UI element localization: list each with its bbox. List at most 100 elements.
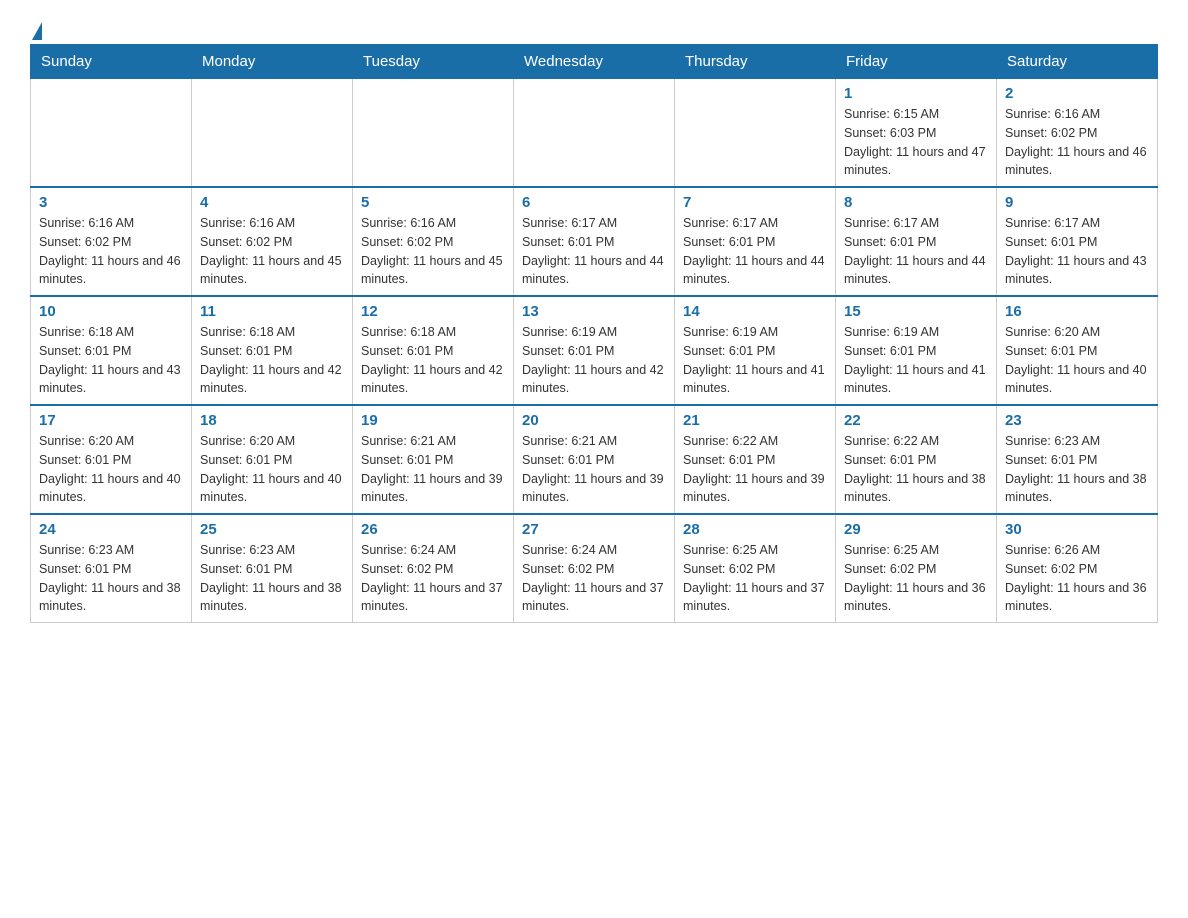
day-info: Sunrise: 6:18 AMSunset: 6:01 PMDaylight:…: [39, 323, 183, 398]
day-cell: 17 Sunrise: 6:20 AMSunset: 6:01 PMDayligh…: [31, 405, 192, 514]
day-number: 17: [39, 412, 183, 429]
day-info: Sunrise: 6:15 AMSunset: 6:03 PMDaylight:…: [844, 105, 988, 180]
day-info: Sunrise: 6:16 AMSunset: 6:02 PMDaylight:…: [39, 214, 183, 289]
day-info: Sunrise: 6:20 AMSunset: 6:01 PMDaylight:…: [39, 432, 183, 507]
day-info: Sunrise: 6:19 AMSunset: 6:01 PMDaylight:…: [844, 323, 988, 398]
day-cell: 19 Sunrise: 6:21 AMSunset: 6:01 PMDayligh…: [353, 405, 514, 514]
week-row-4: 24 Sunrise: 6:23 AMSunset: 6:01 PMDayligh…: [31, 514, 1158, 623]
day-cell: 9 Sunrise: 6:17 AMSunset: 6:01 PMDaylight…: [997, 187, 1158, 296]
logo: [30, 20, 42, 34]
weekday-header-tuesday: Tuesday: [353, 45, 514, 79]
day-number: 9: [1005, 194, 1149, 211]
day-number: 30: [1005, 521, 1149, 538]
day-number: 15: [844, 303, 988, 320]
day-info: Sunrise: 6:17 AMSunset: 6:01 PMDaylight:…: [844, 214, 988, 289]
day-cell: 28 Sunrise: 6:25 AMSunset: 6:02 PMDayligh…: [675, 514, 836, 623]
day-info: Sunrise: 6:23 AMSunset: 6:01 PMDaylight:…: [1005, 432, 1149, 507]
day-cell: 30Sunrise: 6:26 AMSunset: 6:02 PMDayligh…: [997, 514, 1158, 623]
day-info: Sunrise: 6:18 AMSunset: 6:01 PMDaylight:…: [200, 323, 344, 398]
logo-triangle-icon: [32, 22, 42, 40]
day-cell: [514, 79, 675, 188]
weekday-header-wednesday: Wednesday: [514, 45, 675, 79]
day-cell: 29 Sunrise: 6:25 AMSunset: 6:02 PMDayligh…: [836, 514, 997, 623]
day-info: Sunrise: 6:25 AMSunset: 6:02 PMDaylight:…: [683, 541, 827, 616]
day-cell: 20 Sunrise: 6:21 AMSunset: 6:01 PMDayligh…: [514, 405, 675, 514]
week-row-3: 17 Sunrise: 6:20 AMSunset: 6:01 PMDayligh…: [31, 405, 1158, 514]
day-info: Sunrise: 6:17 AMSunset: 6:01 PMDaylight:…: [1005, 214, 1149, 289]
week-row-2: 10 Sunrise: 6:18 AMSunset: 6:01 PMDayligh…: [31, 296, 1158, 405]
day-cell: 10 Sunrise: 6:18 AMSunset: 6:01 PMDayligh…: [31, 296, 192, 405]
day-cell: 12 Sunrise: 6:18 AMSunset: 6:01 PMDayligh…: [353, 296, 514, 405]
day-cell: 25Sunrise: 6:23 AMSunset: 6:01 PMDayligh…: [192, 514, 353, 623]
day-cell: 13Sunrise: 6:19 AMSunset: 6:01 PMDayligh…: [514, 296, 675, 405]
day-number: 14: [683, 303, 827, 320]
day-info: Sunrise: 6:24 AMSunset: 6:02 PMDaylight:…: [361, 541, 505, 616]
day-cell: 21 Sunrise: 6:22 AMSunset: 6:01 PMDayligh…: [675, 405, 836, 514]
day-cell: 6 Sunrise: 6:17 AMSunset: 6:01 PMDaylight…: [514, 187, 675, 296]
day-cell: [31, 79, 192, 188]
day-number: 27: [522, 521, 666, 538]
day-cell: [675, 79, 836, 188]
day-number: 19: [361, 412, 505, 429]
day-cell: [192, 79, 353, 188]
week-row-0: 1 Sunrise: 6:15 AMSunset: 6:03 PMDaylight…: [31, 79, 1158, 188]
day-cell: 15 Sunrise: 6:19 AMSunset: 6:01 PMDayligh…: [836, 296, 997, 405]
weekday-header-monday: Monday: [192, 45, 353, 79]
day-info: Sunrise: 6:25 AMSunset: 6:02 PMDaylight:…: [844, 541, 988, 616]
day-cell: 27 Sunrise: 6:24 AMSunset: 6:02 PMDayligh…: [514, 514, 675, 623]
day-info: Sunrise: 6:16 AMSunset: 6:02 PMDaylight:…: [1005, 105, 1149, 180]
day-number: 2: [1005, 85, 1149, 102]
day-cell: 5 Sunrise: 6:16 AMSunset: 6:02 PMDaylight…: [353, 187, 514, 296]
day-info: Sunrise: 6:19 AMSunset: 6:01 PMDaylight:…: [683, 323, 827, 398]
day-cell: 7 Sunrise: 6:17 AMSunset: 6:01 PMDaylight…: [675, 187, 836, 296]
day-cell: 1 Sunrise: 6:15 AMSunset: 6:03 PMDaylight…: [836, 79, 997, 188]
day-cell: 8 Sunrise: 6:17 AMSunset: 6:01 PMDaylight…: [836, 187, 997, 296]
day-number: 13: [522, 303, 666, 320]
day-info: Sunrise: 6:22 AMSunset: 6:01 PMDaylight:…: [683, 432, 827, 507]
day-number: 28: [683, 521, 827, 538]
day-cell: 4 Sunrise: 6:16 AMSunset: 6:02 PMDaylight…: [192, 187, 353, 296]
day-number: 8: [844, 194, 988, 211]
day-cell: 2 Sunrise: 6:16 AMSunset: 6:02 PMDaylight…: [997, 79, 1158, 188]
day-cell: 16Sunrise: 6:20 AMSunset: 6:01 PMDayligh…: [997, 296, 1158, 405]
weekday-header-friday: Friday: [836, 45, 997, 79]
day-number: 20: [522, 412, 666, 429]
day-cell: [353, 79, 514, 188]
day-number: 5: [361, 194, 505, 211]
day-number: 25: [200, 521, 344, 538]
weekday-header-thursday: Thursday: [675, 45, 836, 79]
weekday-header-sunday: Sunday: [31, 45, 192, 79]
day-info: Sunrise: 6:16 AMSunset: 6:02 PMDaylight:…: [200, 214, 344, 289]
weekday-header-row: SundayMondayTuesdayWednesdayThursdayFrid…: [31, 45, 1158, 79]
day-info: Sunrise: 6:24 AMSunset: 6:02 PMDaylight:…: [522, 541, 666, 616]
day-number: 12: [361, 303, 505, 320]
header: [30, 20, 1158, 34]
week-row-1: 3Sunrise: 6:16 AMSunset: 6:02 PMDaylight…: [31, 187, 1158, 296]
day-number: 11: [200, 303, 344, 320]
day-number: 4: [200, 194, 344, 211]
day-info: Sunrise: 6:21 AMSunset: 6:01 PMDaylight:…: [522, 432, 666, 507]
day-cell: 3Sunrise: 6:16 AMSunset: 6:02 PMDaylight…: [31, 187, 192, 296]
day-number: 10: [39, 303, 183, 320]
day-number: 29: [844, 521, 988, 538]
day-info: Sunrise: 6:18 AMSunset: 6:01 PMDaylight:…: [361, 323, 505, 398]
day-number: 6: [522, 194, 666, 211]
day-info: Sunrise: 6:17 AMSunset: 6:01 PMDaylight:…: [683, 214, 827, 289]
day-number: 18: [200, 412, 344, 429]
day-number: 21: [683, 412, 827, 429]
day-number: 26: [361, 521, 505, 538]
day-cell: 22Sunrise: 6:22 AMSunset: 6:01 PMDayligh…: [836, 405, 997, 514]
calendar-table: SundayMondayTuesdayWednesdayThursdayFrid…: [30, 44, 1158, 623]
day-number: 1: [844, 85, 988, 102]
day-number: 24: [39, 521, 183, 538]
day-info: Sunrise: 6:16 AMSunset: 6:02 PMDaylight:…: [361, 214, 505, 289]
day-cell: 14 Sunrise: 6:19 AMSunset: 6:01 PMDayligh…: [675, 296, 836, 405]
day-cell: 26 Sunrise: 6:24 AMSunset: 6:02 PMDayligh…: [353, 514, 514, 623]
day-number: 7: [683, 194, 827, 211]
day-info: Sunrise: 6:17 AMSunset: 6:01 PMDaylight:…: [522, 214, 666, 289]
day-number: 23: [1005, 412, 1149, 429]
day-info: Sunrise: 6:21 AMSunset: 6:01 PMDaylight:…: [361, 432, 505, 507]
day-info: Sunrise: 6:23 AMSunset: 6:01 PMDaylight:…: [39, 541, 183, 616]
day-cell: 24 Sunrise: 6:23 AMSunset: 6:01 PMDayligh…: [31, 514, 192, 623]
weekday-header-saturday: Saturday: [997, 45, 1158, 79]
